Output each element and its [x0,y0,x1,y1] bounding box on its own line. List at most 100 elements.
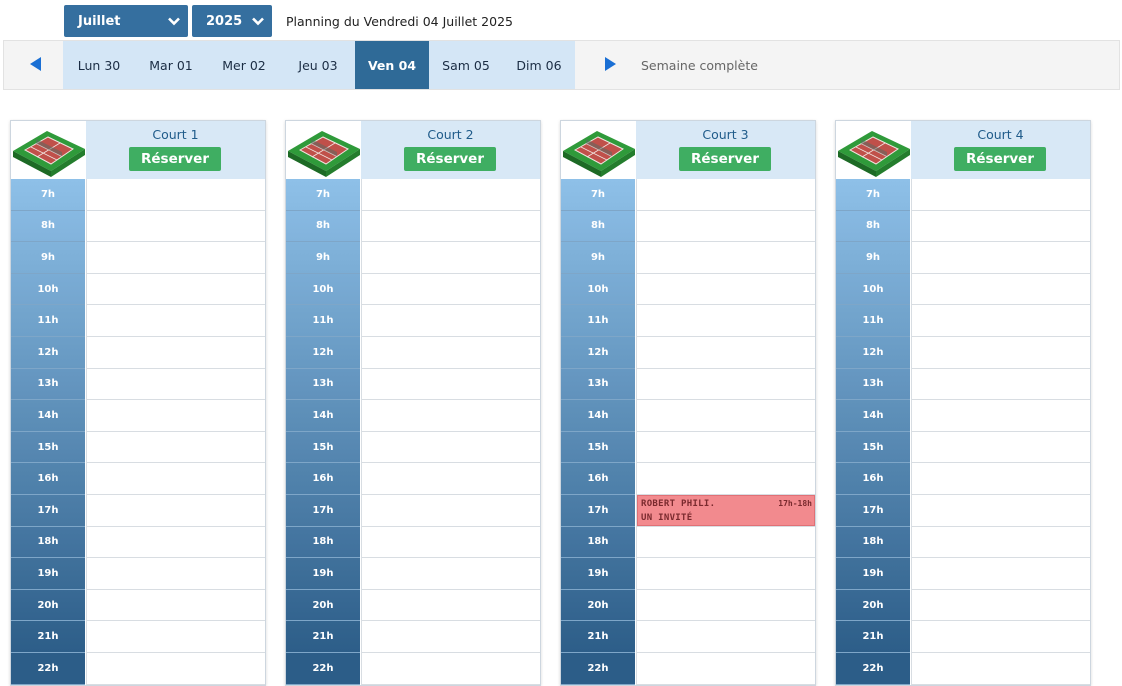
day-tab[interactable]: Jeu 03 [281,41,355,89]
day-tab[interactable]: Mar 01 [135,41,207,89]
booking-slot[interactable] [361,336,540,369]
booking-slot[interactable] [361,210,540,243]
booking-slot[interactable] [86,273,265,306]
booking-slot[interactable] [361,305,540,337]
booking-slot[interactable] [911,210,1090,243]
hour-label: 12h [11,336,85,369]
hour-label: 14h [561,400,635,432]
booking-slot[interactable] [636,179,815,211]
booking-slot[interactable] [636,558,815,590]
booking-entry[interactable]: ROBERT PHILI. 17h-18h UN INVITÉ [637,494,815,526]
court-header: Court 1 Réserver [11,121,265,179]
booking-slot[interactable] [86,431,265,464]
booking-slot[interactable] [86,242,265,274]
booking-slot[interactable] [636,589,815,622]
booking-slot[interactable] [911,589,1090,622]
booking-slot[interactable] [86,589,265,622]
booking-slot[interactable] [636,463,815,495]
booking-slot[interactable] [86,210,265,243]
booking-slot[interactable] [911,242,1090,274]
day-tab[interactable]: Ven 04 [355,41,429,89]
court-title-box: Court 3 Réserver [636,121,815,179]
booking-slot[interactable] [636,305,815,337]
hour-label: 9h [11,242,85,274]
booking-slot[interactable] [86,558,265,590]
month-select[interactable]: Juillet [64,5,188,37]
booking-slot[interactable] [911,336,1090,369]
hour-label: 21h [836,621,910,653]
booking-slot[interactable] [86,368,265,401]
booking-slot[interactable] [361,463,540,495]
booking-slot[interactable] [636,526,815,559]
booking-slot[interactable] [636,273,815,306]
booking-slot[interactable] [86,463,265,495]
booking-slot[interactable] [361,179,540,211]
booking-slot[interactable] [86,494,265,527]
hour-label: 17h [836,494,910,527]
booking-slot[interactable] [86,526,265,559]
time-slots: 7h 8h 9h 10h 11h 12h 13h 14h 15h 16h 17h 18h 19h 20h 2… [11,179,265,685]
hour-label: 20h [286,589,360,622]
booking-slot[interactable] [86,621,265,653]
booking-slot[interactable] [361,368,540,401]
booking-slot[interactable] [361,558,540,590]
booking-slot[interactable] [911,526,1090,559]
booking-slot[interactable] [911,431,1090,464]
booking-slot[interactable] [86,652,265,685]
booking-slot[interactable] [361,526,540,559]
booking-slot[interactable] [636,242,815,274]
reserve-button[interactable]: Réserver [954,147,1046,171]
reserve-button[interactable]: Réserver [404,147,496,171]
hour-label: 19h [11,558,85,590]
time-slot-row: 20h [561,589,815,622]
booking-slot[interactable] [636,431,815,464]
booking-slot[interactable] [911,494,1090,527]
hour-label: 16h [836,463,910,495]
booking-slot[interactable] [86,336,265,369]
hour-label: 13h [11,368,85,401]
time-slot-row: 22h [286,652,540,685]
booking-slot[interactable] [911,179,1090,211]
booking-slot[interactable] [911,463,1090,495]
booking-slot[interactable] [911,558,1090,590]
booking-slot[interactable] [636,400,815,432]
booking-slot[interactable] [636,336,815,369]
hour-label: 19h [836,558,910,590]
time-slot-row: 13h [286,368,540,401]
booking-slot[interactable] [911,305,1090,337]
previous-week-button[interactable] [8,41,64,89]
booking-slot[interactable] [86,305,265,337]
hour-label: 19h [286,558,360,590]
court-name: Court 3 [702,127,749,142]
booking-slot[interactable] [636,621,815,653]
booking-slot[interactable] [911,273,1090,306]
booking-slot[interactable] [86,179,265,211]
reserve-button[interactable]: Réserver [129,147,221,171]
booking-slot[interactable] [361,431,540,464]
tennis-court-icon [561,121,636,179]
booking-slot[interactable] [911,621,1090,653]
booking-slot[interactable] [911,652,1090,685]
booking-slot[interactable] [86,400,265,432]
booking-slot[interactable] [361,494,540,527]
booking-slot[interactable] [636,652,815,685]
booking-slot[interactable] [361,621,540,653]
day-tab[interactable]: Sam 05 [429,41,503,89]
full-week-link[interactable]: Semaine complète [641,41,758,89]
day-tab[interactable]: Lun 30 [63,41,135,89]
day-tab[interactable]: Dim 06 [503,41,575,89]
year-select[interactable]: 2025 [192,5,272,37]
booking-slot[interactable] [361,273,540,306]
booking-slot[interactable] [636,368,815,401]
booking-slot[interactable] [361,652,540,685]
booking-slot[interactable] [361,242,540,274]
time-slot-row: 15h [286,431,540,464]
booking-slot[interactable] [911,400,1090,432]
booking-slot[interactable] [361,400,540,432]
booking-slot[interactable] [361,589,540,622]
day-tab[interactable]: Mer 02 [207,41,281,89]
next-week-button[interactable] [582,41,638,89]
booking-slot[interactable] [911,368,1090,401]
booking-slot[interactable] [636,210,815,243]
reserve-button[interactable]: Réserver [679,147,771,171]
